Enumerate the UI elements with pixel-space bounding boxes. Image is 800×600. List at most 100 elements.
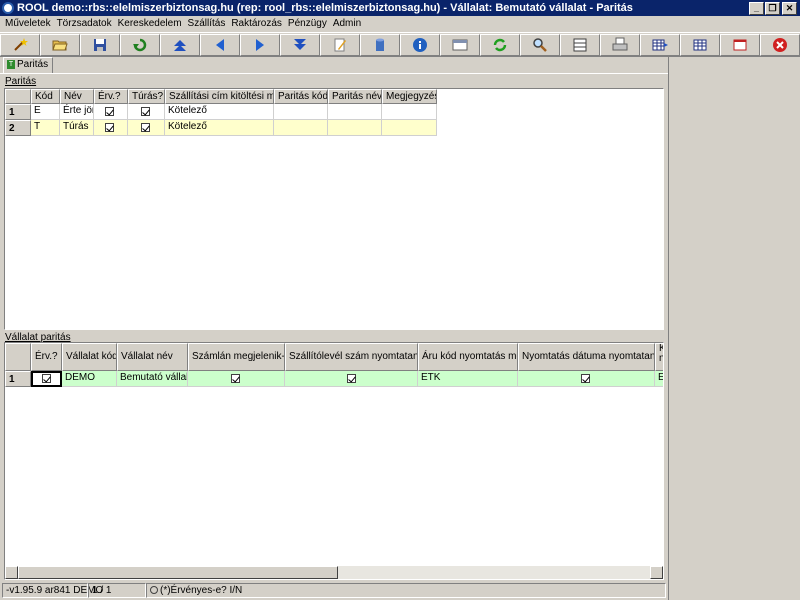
status-record: 1 / 1 xyxy=(88,583,146,598)
vallalat-paritas-grid[interactable]: Érv.? Vállalat kód Vállalat név Számlán … xyxy=(4,342,664,580)
close-window-button[interactable]: ✕ xyxy=(782,2,797,15)
column-header[interactable]: Szállítási cím kitöltési mód xyxy=(165,89,274,104)
column-header[interactable]: Szállítólevél szám nyomtatandó? xyxy=(285,343,418,371)
window-icon xyxy=(733,39,747,51)
close-button[interactable] xyxy=(760,34,800,56)
checkbox[interactable] xyxy=(231,374,240,383)
wizard-icon xyxy=(14,38,28,51)
column-header[interactable]: Kód xyxy=(31,89,60,104)
menu-kereskedelem[interactable]: Kereskedelem xyxy=(115,16,185,31)
form-icon xyxy=(452,39,468,51)
grid-export-button[interactable] xyxy=(640,34,680,56)
menu-admin[interactable]: Admin xyxy=(330,16,364,31)
cell-nev[interactable]: Túrás xyxy=(60,120,94,136)
database-button[interactable] xyxy=(360,34,400,56)
column-header[interactable]: Nyomtatás dátuma nyomtatandó? xyxy=(518,343,655,371)
wizard-button[interactable] xyxy=(0,34,40,56)
cell-nyomtatas-datum[interactable] xyxy=(518,371,655,387)
menu-szallitas[interactable]: Szállítás xyxy=(185,16,229,31)
form-button[interactable] xyxy=(440,34,480,56)
cell-szamlan[interactable] xyxy=(188,371,285,387)
edit-button[interactable] xyxy=(320,34,360,56)
cell-erv[interactable] xyxy=(31,371,62,387)
cell-kod[interactable]: T xyxy=(31,120,60,136)
scroll-right-arrow-icon[interactable] xyxy=(650,566,663,579)
first-record-button[interactable] xyxy=(160,34,200,56)
scroll-left-arrow-icon[interactable] xyxy=(5,566,18,579)
horizontal-scrollbar[interactable] xyxy=(5,566,663,579)
cell-turas[interactable] xyxy=(128,120,165,136)
column-header[interactable]: Név xyxy=(60,89,94,104)
cell-megjegyzes[interactable] xyxy=(382,120,437,136)
previous-record-button[interactable] xyxy=(200,34,240,56)
column-header[interactable]: Érv.? xyxy=(94,89,128,104)
column-header[interactable]: Paritás név xyxy=(328,89,382,104)
column-header[interactable]: Érv.? xyxy=(31,343,62,371)
last-record-button[interactable] xyxy=(280,34,320,56)
cell-nev[interactable]: Érte jön xyxy=(60,104,94,120)
refresh-button[interactable] xyxy=(480,34,520,56)
info-button[interactable] xyxy=(400,34,440,56)
next-record-button[interactable] xyxy=(240,34,280,56)
next-record-icon xyxy=(256,39,264,51)
checkbox[interactable] xyxy=(141,123,150,132)
column-header[interactable]: Számlán megjelenik-e? xyxy=(188,343,285,371)
column-header[interactable]: Túrás? xyxy=(128,89,165,104)
checkbox[interactable] xyxy=(42,374,51,383)
app-icon xyxy=(2,2,14,14)
checkbox[interactable] xyxy=(581,374,590,383)
row-number[interactable]: 1 xyxy=(5,371,31,387)
checkbox[interactable] xyxy=(347,374,356,383)
cell-aru-kod[interactable]: ETK xyxy=(418,371,518,387)
checkbox[interactable] xyxy=(141,107,150,116)
cell-vallalat-kod[interactable]: DEMO xyxy=(62,371,117,387)
row-number[interactable]: 1 xyxy=(5,104,31,120)
first-record-icon xyxy=(174,40,186,51)
cell-megjegyzes[interactable] xyxy=(382,104,437,120)
column-header[interactable]: Áru kód nyomtatás mód xyxy=(418,343,518,371)
checkbox[interactable] xyxy=(105,107,114,116)
info-icon xyxy=(413,38,427,52)
toolbar xyxy=(0,32,800,57)
column-header[interactable]: Megjegyzés xyxy=(382,89,437,104)
cell-paritas-nev[interactable] xyxy=(328,104,382,120)
cell-turas[interactable] xyxy=(128,104,165,120)
cell-paritas-kod[interactable] xyxy=(274,104,328,120)
cell-kod[interactable]: E xyxy=(31,104,60,120)
column-header[interactable]: K n xyxy=(655,343,663,371)
menu-bar: Műveletek Törzsadatok Kereskedelem Szállítá… xyxy=(0,16,800,31)
checkbox[interactable] xyxy=(105,123,114,132)
column-header[interactable]: Paritás kód xyxy=(274,89,328,104)
search-button[interactable] xyxy=(520,34,560,56)
menu-torzsadatok[interactable]: Törzsadatok xyxy=(54,16,115,31)
window-button[interactable] xyxy=(720,34,760,56)
save-button[interactable] xyxy=(80,34,120,56)
column-header[interactable]: Vállalat név xyxy=(117,343,188,371)
print-button[interactable] xyxy=(600,34,640,56)
edit-icon xyxy=(334,38,346,52)
refresh-icon xyxy=(493,38,507,52)
row-number[interactable]: 2 xyxy=(5,120,31,136)
cell-erv[interactable] xyxy=(94,104,128,120)
menu-raktarozas[interactable]: Raktározás xyxy=(228,16,285,31)
cell-paritas-kod[interactable] xyxy=(274,120,328,136)
cell-vallalat-nev[interactable]: Bemutató vállalat xyxy=(117,371,188,387)
restore-button[interactable]: ❐ xyxy=(765,2,780,15)
cell-szallitolevel[interactable] xyxy=(285,371,418,387)
undo-button[interactable] xyxy=(120,34,160,56)
cell-szallitasi-mod[interactable]: Kötelező xyxy=(165,120,274,136)
menu-penzugy[interactable]: Pénzügy xyxy=(285,16,330,31)
column-header[interactable]: Vállalat kód xyxy=(62,343,117,371)
minimize-button[interactable]: _ xyxy=(749,2,764,15)
list-view-button[interactable] xyxy=(560,34,600,56)
cell-erv[interactable] xyxy=(94,120,128,136)
grid-columns-button[interactable] xyxy=(680,34,720,56)
tab-paritas[interactable]: T Paritás xyxy=(3,57,53,74)
cell-paritas-nev[interactable] xyxy=(328,120,382,136)
scrollbar-thumb[interactable] xyxy=(18,566,338,579)
menu-muveletek[interactable]: Műveletek xyxy=(0,16,54,31)
open-button[interactable] xyxy=(40,34,80,56)
cell-k[interactable]: E xyxy=(655,371,663,387)
cell-szallitasi-mod[interactable]: Kötelező xyxy=(165,104,274,120)
paritas-grid[interactable]: Kód Név Érv.? Túrás? Szállítási cím kitö… xyxy=(4,88,664,330)
